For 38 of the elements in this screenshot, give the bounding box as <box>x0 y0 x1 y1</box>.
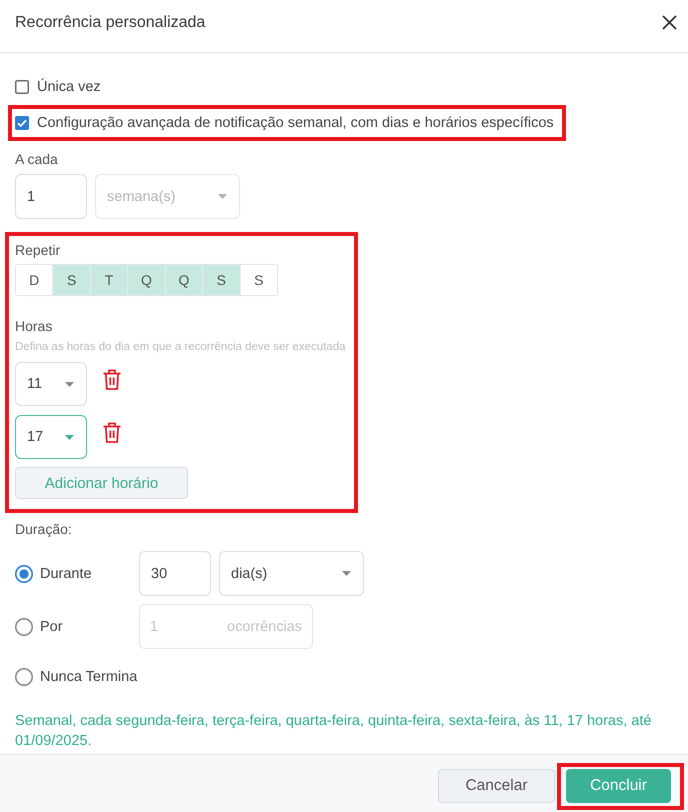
radio-button[interactable] <box>15 668 33 686</box>
caret-icon <box>65 382 74 386</box>
delete-button[interactable] <box>103 369 121 390</box>
checkbox-label[interactable]: Única vez <box>37 77 101 97</box>
caret-icon <box>342 571 351 576</box>
field-label: A cada <box>15 150 59 169</box>
hint-text: Defina as horas do dia em que a recorrência deve ser executada <box>15 340 346 355</box>
weekday-toggle[interactable]: Q <box>166 265 204 295</box>
close-button[interactable] <box>662 15 677 30</box>
weekday-toggle[interactable]: S <box>53 265 91 295</box>
field-label: Repetir <box>15 241 62 260</box>
suffix-label: ocorrências <box>227 618 302 634</box>
field-label: Duração: <box>15 520 73 539</box>
radio-label[interactable]: Nunca Termina <box>40 667 138 687</box>
trash-icon <box>103 369 121 390</box>
checkbox-label[interactable]: Configuração avançada de notificação semanal, com dias e horários específicos <box>37 113 554 133</box>
radio-label[interactable]: Durante <box>40 564 92 584</box>
hour-select[interactable]: 11 <box>15 362 87 406</box>
weekday-toggle[interactable]: S <box>203 265 241 295</box>
radio-button[interactable] <box>15 564 33 582</box>
dialog-title: Recorrência personalizada <box>15 12 206 32</box>
hour-select[interactable]: 17 <box>15 415 87 459</box>
checkbox[interactable] <box>15 80 29 94</box>
close-icon <box>662 15 677 30</box>
caret-icon <box>65 434 74 440</box>
cancel-button[interactable]: Cancelar <box>438 769 555 803</box>
trash-icon <box>103 422 121 443</box>
interval-input[interactable]: 1 <box>15 174 87 219</box>
caret-icon <box>218 194 227 199</box>
duration-input[interactable]: 30 <box>139 551 211 596</box>
duration-unit-select[interactable]: dia(s) <box>219 551 364 596</box>
weekday-toggle[interactable]: Q <box>128 265 166 295</box>
weekday-toggle[interactable]: D <box>16 265 54 295</box>
field-label: Horas <box>15 317 54 336</box>
summary-text: Semanal, cada segunda-feira, terça-feira, quarta-feira, quinta-feira, sexta-feira, às 11, 17 horas, até 01/09/2025. <box>15 712 652 751</box>
delete-button[interactable] <box>103 422 121 443</box>
checkbox[interactable] <box>15 116 29 130</box>
weekday-toggle[interactable]: T <box>90 265 128 295</box>
